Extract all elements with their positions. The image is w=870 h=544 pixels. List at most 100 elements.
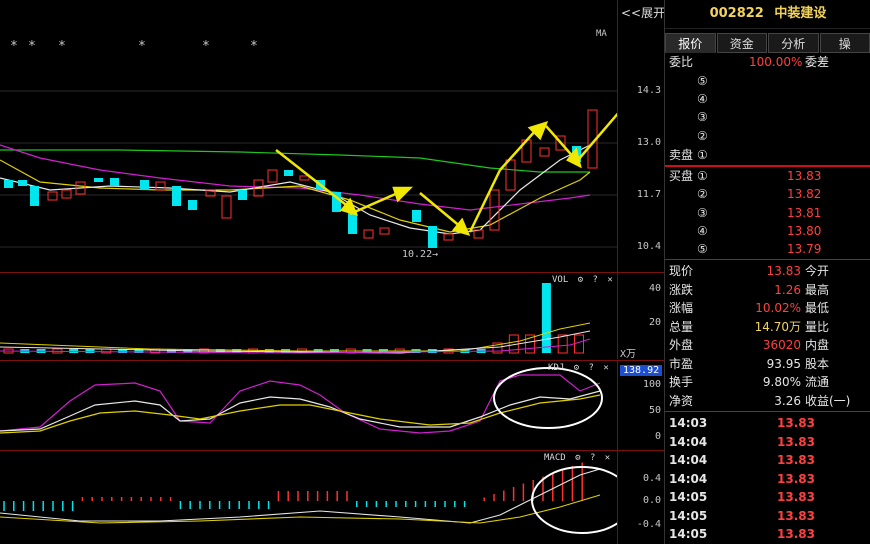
star-marker: * [138,39,146,54]
volume-chart [0,283,591,354]
tick-price: 13.83 [777,508,815,523]
stat-label: 涨跌 [669,282,694,297]
stat-value: 36020 [762,338,801,352]
vol-label: VOL [552,275,569,285]
stat-label: 流通 [805,375,830,389]
sell-level: ③ [697,110,708,124]
tab-quote[interactable]: 报价 [665,33,716,53]
buy-price: 13.79 [787,242,822,256]
star-marker: * [250,39,258,54]
tick-row: 14:04 13.83 [665,470,870,488]
stat-label: 净资 [669,393,694,408]
divider [665,411,870,412]
macd-panel[interactable]: MACD ⚙ ? ✕ [0,451,617,544]
candle [221,195,232,219]
candlestick-panel[interactable]: * * * * * * MA 10.22 → [0,0,617,272]
stat-row: 外盘 36020 内盘 [665,336,870,354]
tab-operate[interactable]: 操 [819,33,870,53]
tick-price: 13.83 [777,434,815,449]
stat-value: 93.95 [766,356,801,371]
candle [284,170,293,176]
buy-price: 13.83 [787,169,822,183]
stat-label: 最高 [805,282,830,297]
macd-axis: 0.4 0.0 -0.4 [617,451,665,544]
stat-row: 总量 14.70万 量比 [665,318,870,336]
stock-code: 002822 [709,6,764,21]
price-tick: 11.7 [636,189,661,200]
candle [110,178,119,186]
tick-time: 14:05 [669,508,708,523]
tick-row: 14:04 13.83 [665,451,870,469]
help-icon[interactable]: ? [590,453,595,463]
sell-level: ② [697,129,708,143]
candle [267,169,278,183]
tick-time: 14:04 [669,453,708,467]
candle [379,227,390,235]
weibi-label: 委比 [669,55,694,69]
kdj-tick: 100 [642,379,661,390]
stat-value: 9.80% [762,375,801,389]
volume-panel[interactable]: VOL ⚙ ? ✕ [0,273,617,359]
tick-row: 14:05 13.83 [665,488,870,506]
help-icon[interactable]: ? [589,363,594,373]
price-tick: 14.3 [636,85,661,96]
gear-icon[interactable]: ⚙ [575,453,580,463]
close-icon[interactable]: ✕ [607,275,612,285]
candle [61,189,72,199]
candlestick-chart: * * * * * * MA 10.22 → [0,29,617,260]
candle [140,180,149,190]
volume-bar [557,334,568,354]
candle [47,191,58,201]
volume-bar [85,349,95,353]
candle [172,186,181,206]
buy-level: ③ [697,206,708,220]
candle [94,178,103,182]
sell-label: 卖盘 [669,148,694,162]
tick-price: 13.83 [777,490,815,504]
tab-funds[interactable]: 资金 [716,33,767,53]
tick-row: 14:04 13.83 [665,433,870,451]
volume-bar [541,283,551,353]
stock-name: 中装建设 [774,6,827,21]
candle [505,159,516,191]
sell-level: ⑤ [697,74,708,88]
stat-row: 净资 3.26 收益(一) [665,392,870,410]
star-marker: * [28,39,36,54]
tick-time: 14:05 [669,527,708,541]
volume-axis: 40 20 X万 [617,273,665,360]
star-marker: * [202,39,210,54]
kdj-label: KDJ [548,363,565,373]
candle [412,210,421,222]
ma-yellow-line [0,159,591,233]
divider [665,259,870,260]
stat-value: 14.70万 [754,319,801,334]
tab-analysis[interactable]: 分析 [768,33,819,53]
stat-value: 13.83 [766,264,801,278]
kdj-panel[interactable]: KDJ ⚙ ? ✕ [0,361,617,450]
buy-price: 13.80 [787,224,822,238]
candle [443,233,454,241]
close-icon[interactable]: ✕ [603,363,608,373]
stock-title: 002822 中装建设 [665,0,870,29]
gear-icon[interactable]: ⚙ [578,275,583,285]
kdj-axis: 138.92 100 50 0 [617,361,665,450]
buy-level: ④ [697,224,708,238]
macd-chart [0,462,617,534]
tick-row: 14:03 13.83 [665,414,870,432]
help-icon[interactable]: ? [593,275,598,285]
buy-label: 买盘 [669,169,694,183]
candle [155,181,166,191]
stat-label: 今开 [805,264,830,278]
tick-row: 14:05 13.83 [665,507,870,525]
candles [4,109,598,248]
stat-label: 市盈 [669,356,694,371]
expand-button[interactable]: <<展开 [621,4,665,21]
tick-price: 13.83 [777,471,815,486]
price-tick: 13.0 [636,137,661,148]
tick-row: 14:05 13.83 [665,525,870,543]
tick-price: 13.83 [777,453,815,467]
macd-label: MACD [544,453,566,463]
gear-icon[interactable]: ⚙ [574,363,579,373]
close-icon[interactable]: ✕ [605,453,610,463]
stat-label: 换手 [669,375,694,389]
